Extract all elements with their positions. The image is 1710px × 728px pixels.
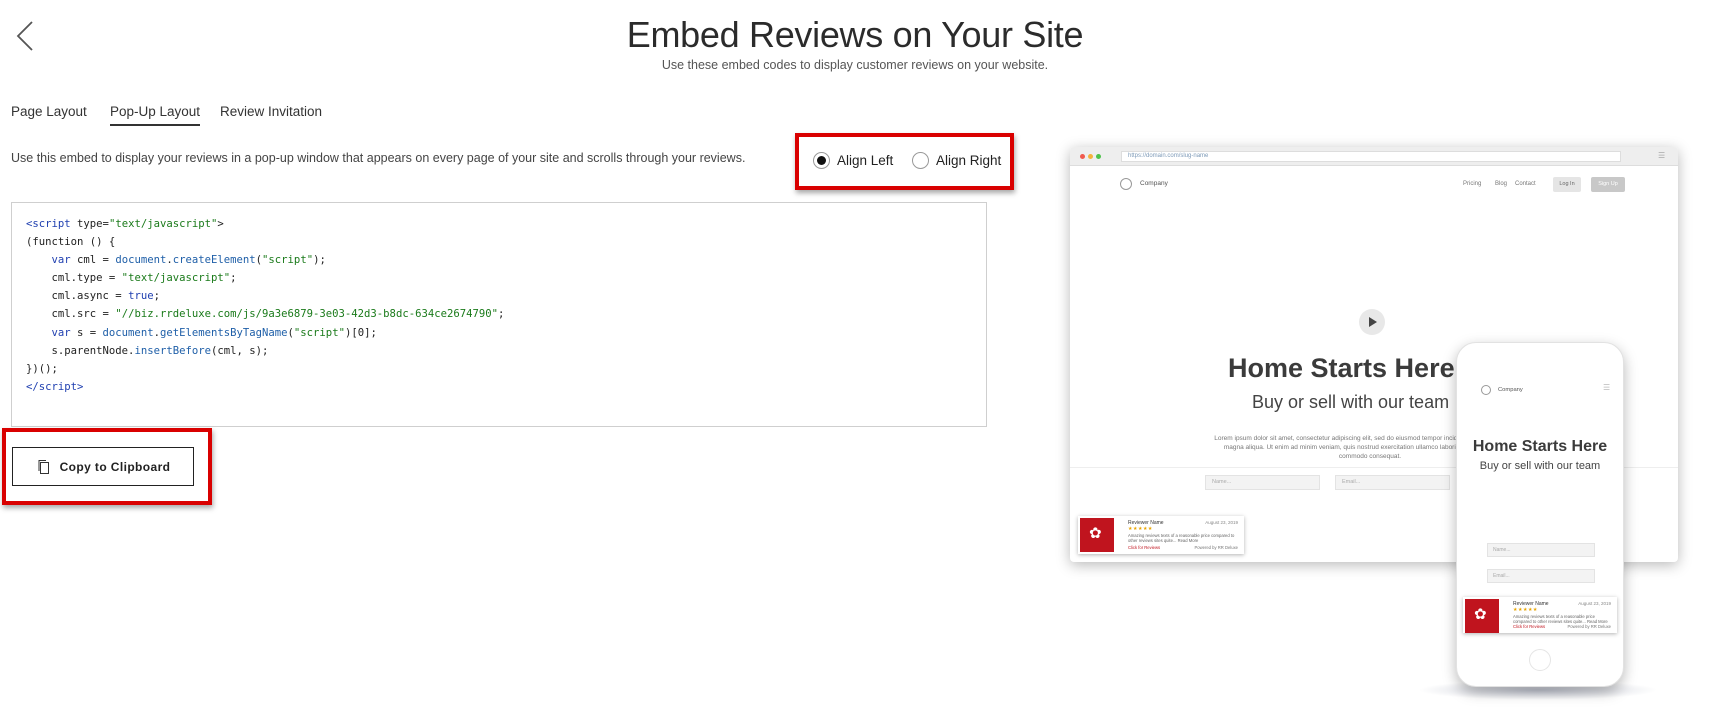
preview-email-field: Email... (1335, 475, 1450, 490)
preview-signup: Sign Up (1591, 177, 1625, 192)
review-text: Amazing reviews texts of a reasonable pr… (1128, 533, 1235, 544)
align-left-radio[interactable]: Align Left (813, 152, 893, 169)
tab-review-invitation[interactable]: Review Invitation (220, 104, 322, 124)
embed-code: <script type="text/javascript"> (functio… (26, 218, 505, 393)
phone-company: Company (1498, 387, 1523, 393)
browser-url: https://domain.com/slug-name (1121, 151, 1621, 162)
company-logo-icon (1481, 385, 1491, 395)
preview-hero-subtitle: Buy or sell with our team (1252, 392, 1450, 412)
preview-review-popup: Reviewer Name August 23, 2019 ★★★★★ Amaz… (1078, 516, 1244, 554)
review-date: August 23, 2019 (1578, 601, 1611, 606)
company-logo-icon (1120, 178, 1132, 190)
preview-nav-pricing: Pricing (1463, 181, 1482, 187)
hamburger-icon: ☰ (1603, 383, 1611, 392)
play-icon (1359, 309, 1385, 335)
phone-home-button (1529, 649, 1551, 671)
align-left-label: Align Left (837, 153, 894, 168)
phone-email-field: Email... (1487, 569, 1595, 583)
align-right-radio[interactable]: Align Right (912, 152, 1001, 169)
review-powered: Powered by RR Deluxe (1567, 624, 1611, 629)
phone-hero-subtitle: Buy or sell with our team (1479, 460, 1601, 472)
phone-name-field: Name... (1487, 543, 1595, 557)
browser-bar: https://domain.com/slug-name ☰ (1070, 147, 1678, 166)
hamburger-icon: ☰ (1658, 151, 1666, 160)
review-powered: Powered by RR Deluxe (1194, 545, 1238, 550)
copy-button-label: Copy to Clipboard (59, 459, 171, 474)
tab-page-layout[interactable]: Page Layout (11, 104, 87, 124)
phone-review-popup: Reviewer Name August 23, 2019 ★★★★★ Amaz… (1463, 597, 1617, 633)
preview-hero-title: Home Starts Here (1228, 353, 1455, 383)
page-subtitle: Use these embed codes to display custome… (661, 58, 1049, 72)
review-text: Amazing reviews texts of a reasonable pr… (1513, 614, 1608, 625)
preview-name-field: Name... (1205, 475, 1320, 490)
embed-code-box[interactable]: <script type="text/javascript"> (functio… (11, 202, 987, 427)
preview-nav-contact: Contact (1515, 181, 1536, 187)
preview-login: Log In (1553, 177, 1581, 192)
embed-description: Use this embed to display your reviews i… (11, 151, 746, 165)
review-stars: ★★★★★ (1128, 526, 1153, 532)
page-title: Embed Reviews on Your Site (626, 14, 1084, 55)
review-link: Click for Reviews (1128, 545, 1161, 550)
radio-checked-icon (813, 152, 830, 169)
preview-company: Company (1140, 180, 1168, 187)
review-logo-icon (1080, 518, 1114, 552)
mobile-preview: Company ☰ Home Starts Here Buy or sell w… (1456, 342, 1624, 687)
tab-pop-up-layout[interactable]: Pop-Up Layout (110, 104, 201, 126)
review-stars: ★★★★★ (1513, 607, 1538, 613)
review-link: Click for Reviews (1513, 624, 1546, 629)
align-right-label: Align Right (936, 153, 1002, 168)
clipboard-icon (38, 459, 49, 474)
review-date: August 23, 2019 (1205, 520, 1238, 525)
phone-hero-title: Home Starts Here (1472, 438, 1608, 455)
preview-nav-blog: Blog (1495, 181, 1508, 187)
alignment-radio-group: Align Left Align Right (795, 133, 1014, 190)
radio-unchecked-icon (912, 152, 929, 169)
review-logo-icon (1465, 599, 1499, 633)
copy-button-highlight: Copy to Clipboard (2, 428, 212, 505)
copy-to-clipboard-button[interactable]: Copy to Clipboard (12, 447, 194, 486)
